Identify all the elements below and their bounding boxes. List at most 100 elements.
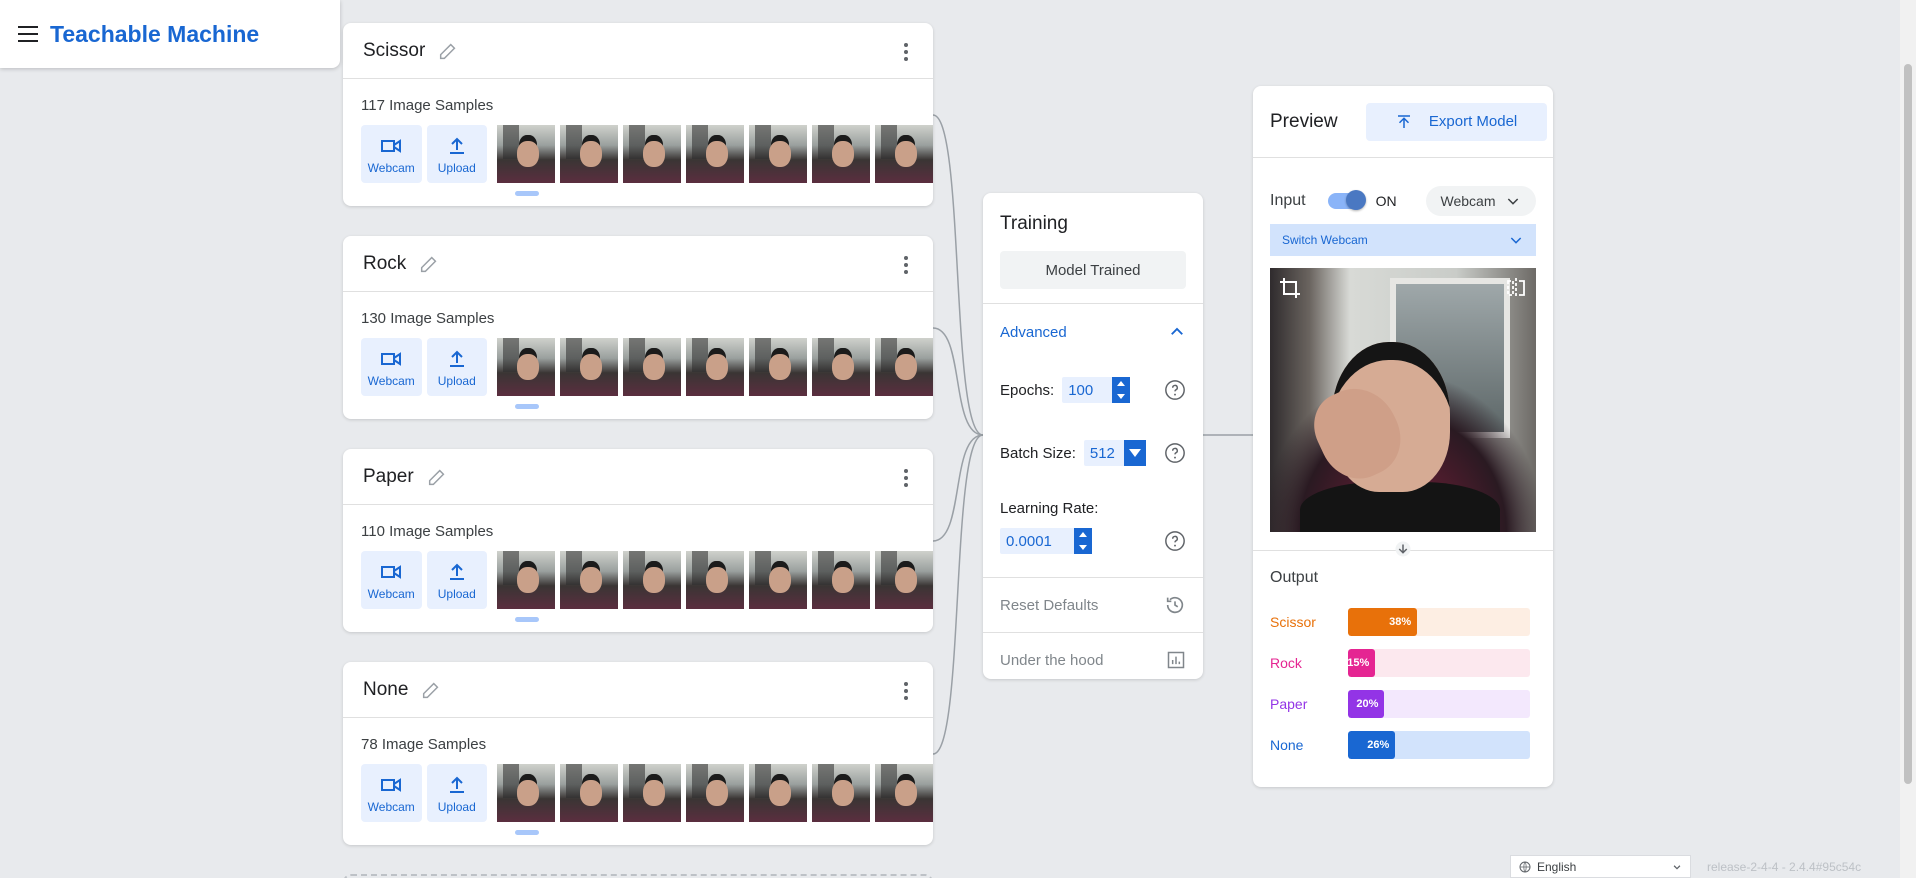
sample-thumbnail[interactable] bbox=[686, 338, 744, 396]
switch-webcam-select[interactable]: Switch Webcam bbox=[1270, 224, 1536, 256]
pencil-icon[interactable] bbox=[426, 466, 448, 488]
under-the-hood-button[interactable]: Under the hood bbox=[983, 633, 1203, 687]
input-source-select[interactable]: Webcam bbox=[1426, 186, 1536, 216]
output-row: None 26% bbox=[1253, 724, 1553, 765]
output-label: None bbox=[1270, 736, 1304, 753]
sample-thumbnail[interactable] bbox=[497, 125, 555, 183]
output-row: Scissor 38% bbox=[1253, 601, 1553, 642]
sample-thumbnail[interactable] bbox=[560, 764, 618, 822]
batch-size-select[interactable]: 512 bbox=[1083, 440, 1146, 466]
webcam-button[interactable]: Webcam bbox=[361, 125, 422, 183]
learning-rate-stepper[interactable] bbox=[1074, 528, 1092, 554]
class-name[interactable]: Rock bbox=[363, 253, 406, 275]
train-model-button[interactable]: Model Trained bbox=[1000, 251, 1186, 289]
sample-thumbnail[interactable] bbox=[812, 551, 870, 609]
sample-thumbnail[interactable] bbox=[812, 764, 870, 822]
webcam-button[interactable]: Webcam bbox=[361, 764, 422, 822]
pencil-icon[interactable] bbox=[418, 253, 440, 275]
class-name[interactable]: Scissor bbox=[363, 40, 425, 62]
upload-icon bbox=[449, 350, 464, 367]
sample-thumbnail[interactable] bbox=[749, 764, 807, 822]
sample-count: 130 Image Samples bbox=[361, 310, 495, 327]
more-vert-icon[interactable] bbox=[903, 682, 909, 700]
sample-thumbnail[interactable] bbox=[560, 338, 618, 396]
sample-thumbnail[interactable] bbox=[875, 764, 933, 822]
sample-thumbnail[interactable] bbox=[560, 551, 618, 609]
upload-button[interactable]: Upload bbox=[426, 551, 487, 609]
input-toggle[interactable] bbox=[1327, 190, 1366, 210]
upload-button[interactable]: Upload bbox=[426, 338, 487, 396]
sample-thumbnail[interactable] bbox=[623, 551, 681, 609]
thumbnail-scrollbar[interactable] bbox=[515, 617, 539, 622]
help-circle-icon[interactable] bbox=[1164, 530, 1186, 552]
globe-icon bbox=[1519, 861, 1531, 872]
webcam-preview bbox=[1270, 268, 1536, 532]
epochs-stepper[interactable] bbox=[1112, 377, 1131, 403]
export-model-button[interactable]: Export Model bbox=[1365, 102, 1547, 141]
flip-icon[interactable] bbox=[1504, 276, 1528, 300]
sample-thumbnail[interactable] bbox=[749, 125, 807, 183]
sample-thumbnail[interactable] bbox=[497, 764, 555, 822]
scrollbar-thumb[interactable] bbox=[1904, 64, 1912, 784]
language-select[interactable]: English bbox=[1510, 855, 1691, 878]
sample-thumbnail[interactable] bbox=[623, 764, 681, 822]
sample-thumbnail[interactable] bbox=[497, 338, 555, 396]
preview-title: Preview bbox=[1270, 110, 1338, 132]
sample-thumbnail[interactable] bbox=[560, 125, 618, 183]
more-vert-icon[interactable] bbox=[903, 256, 909, 274]
class-name[interactable]: None bbox=[363, 679, 408, 701]
class-name[interactable]: Paper bbox=[363, 466, 414, 488]
sample-thumbnail[interactable] bbox=[875, 338, 933, 396]
sample-thumbnail[interactable] bbox=[623, 125, 681, 183]
learning-rate-label: Learning Rate: bbox=[1000, 500, 1099, 517]
sample-thumbnail[interactable] bbox=[686, 125, 744, 183]
confidence-bar: 26% bbox=[1348, 730, 1530, 759]
confidence-bar: 38% bbox=[1348, 607, 1530, 636]
flow-connectors bbox=[932, 114, 1253, 755]
sample-thumbnail[interactable] bbox=[749, 551, 807, 609]
confidence-fill: 20% bbox=[1348, 689, 1385, 718]
sample-thumbnail[interactable] bbox=[623, 338, 681, 396]
page-scrollbar[interactable] bbox=[1900, 0, 1916, 878]
reset-defaults-button[interactable]: Reset Defaults bbox=[983, 578, 1203, 632]
sample-thumbnail[interactable] bbox=[686, 764, 744, 822]
history-icon bbox=[1166, 596, 1184, 614]
thumbnail-scrollbar[interactable] bbox=[515, 404, 539, 409]
webcam-button[interactable]: Webcam bbox=[361, 338, 422, 396]
output-label: Paper bbox=[1270, 695, 1308, 712]
upload-button[interactable]: Upload bbox=[426, 764, 487, 822]
input-label: Input bbox=[1270, 192, 1306, 209]
upload-icon bbox=[449, 137, 464, 154]
menu-icon[interactable] bbox=[18, 26, 38, 42]
sample-count: 117 Image Samples bbox=[361, 97, 494, 114]
add-class-card[interactable] bbox=[343, 874, 933, 878]
output-row: Paper 20% bbox=[1253, 683, 1553, 724]
sample-thumbnail[interactable] bbox=[875, 551, 933, 609]
sample-thumbnail[interactable] bbox=[686, 551, 744, 609]
app-header: Teachable Machine bbox=[0, 0, 340, 68]
upload-button[interactable]: Upload bbox=[426, 125, 487, 183]
sample-thumbnail[interactable] bbox=[875, 125, 933, 183]
chevron-down-icon[interactable] bbox=[1123, 440, 1146, 466]
sample-thumbnail[interactable] bbox=[812, 338, 870, 396]
thumbnail-scrollbar[interactable] bbox=[515, 191, 539, 196]
pencil-icon[interactable] bbox=[437, 40, 459, 62]
app-title[interactable]: Teachable Machine bbox=[50, 21, 259, 48]
epochs-input[interactable]: 100 bbox=[1062, 377, 1131, 403]
sample-thumbnail[interactable] bbox=[812, 125, 870, 183]
more-vert-icon[interactable] bbox=[903, 469, 909, 487]
sample-thumbnail[interactable] bbox=[749, 338, 807, 396]
learning-rate-input[interactable]: 0.0001 bbox=[1000, 528, 1092, 554]
thumbnail-scrollbar[interactable] bbox=[515, 830, 539, 835]
help-circle-icon[interactable] bbox=[1164, 379, 1186, 401]
sample-thumbnail[interactable] bbox=[497, 551, 555, 609]
more-vert-icon[interactable] bbox=[903, 43, 909, 61]
class-card-paper: Paper 110 Image Samples Webcam Upload bbox=[343, 449, 933, 632]
help-circle-icon[interactable] bbox=[1164, 442, 1186, 464]
crop-icon[interactable] bbox=[1278, 276, 1302, 300]
advanced-toggle[interactable]: Advanced bbox=[983, 304, 1203, 360]
pencil-icon[interactable] bbox=[420, 679, 442, 701]
webcam-button[interactable]: Webcam bbox=[361, 551, 422, 609]
epochs-label: Epochs: bbox=[1000, 381, 1055, 399]
confidence-fill: 15% bbox=[1348, 648, 1376, 677]
